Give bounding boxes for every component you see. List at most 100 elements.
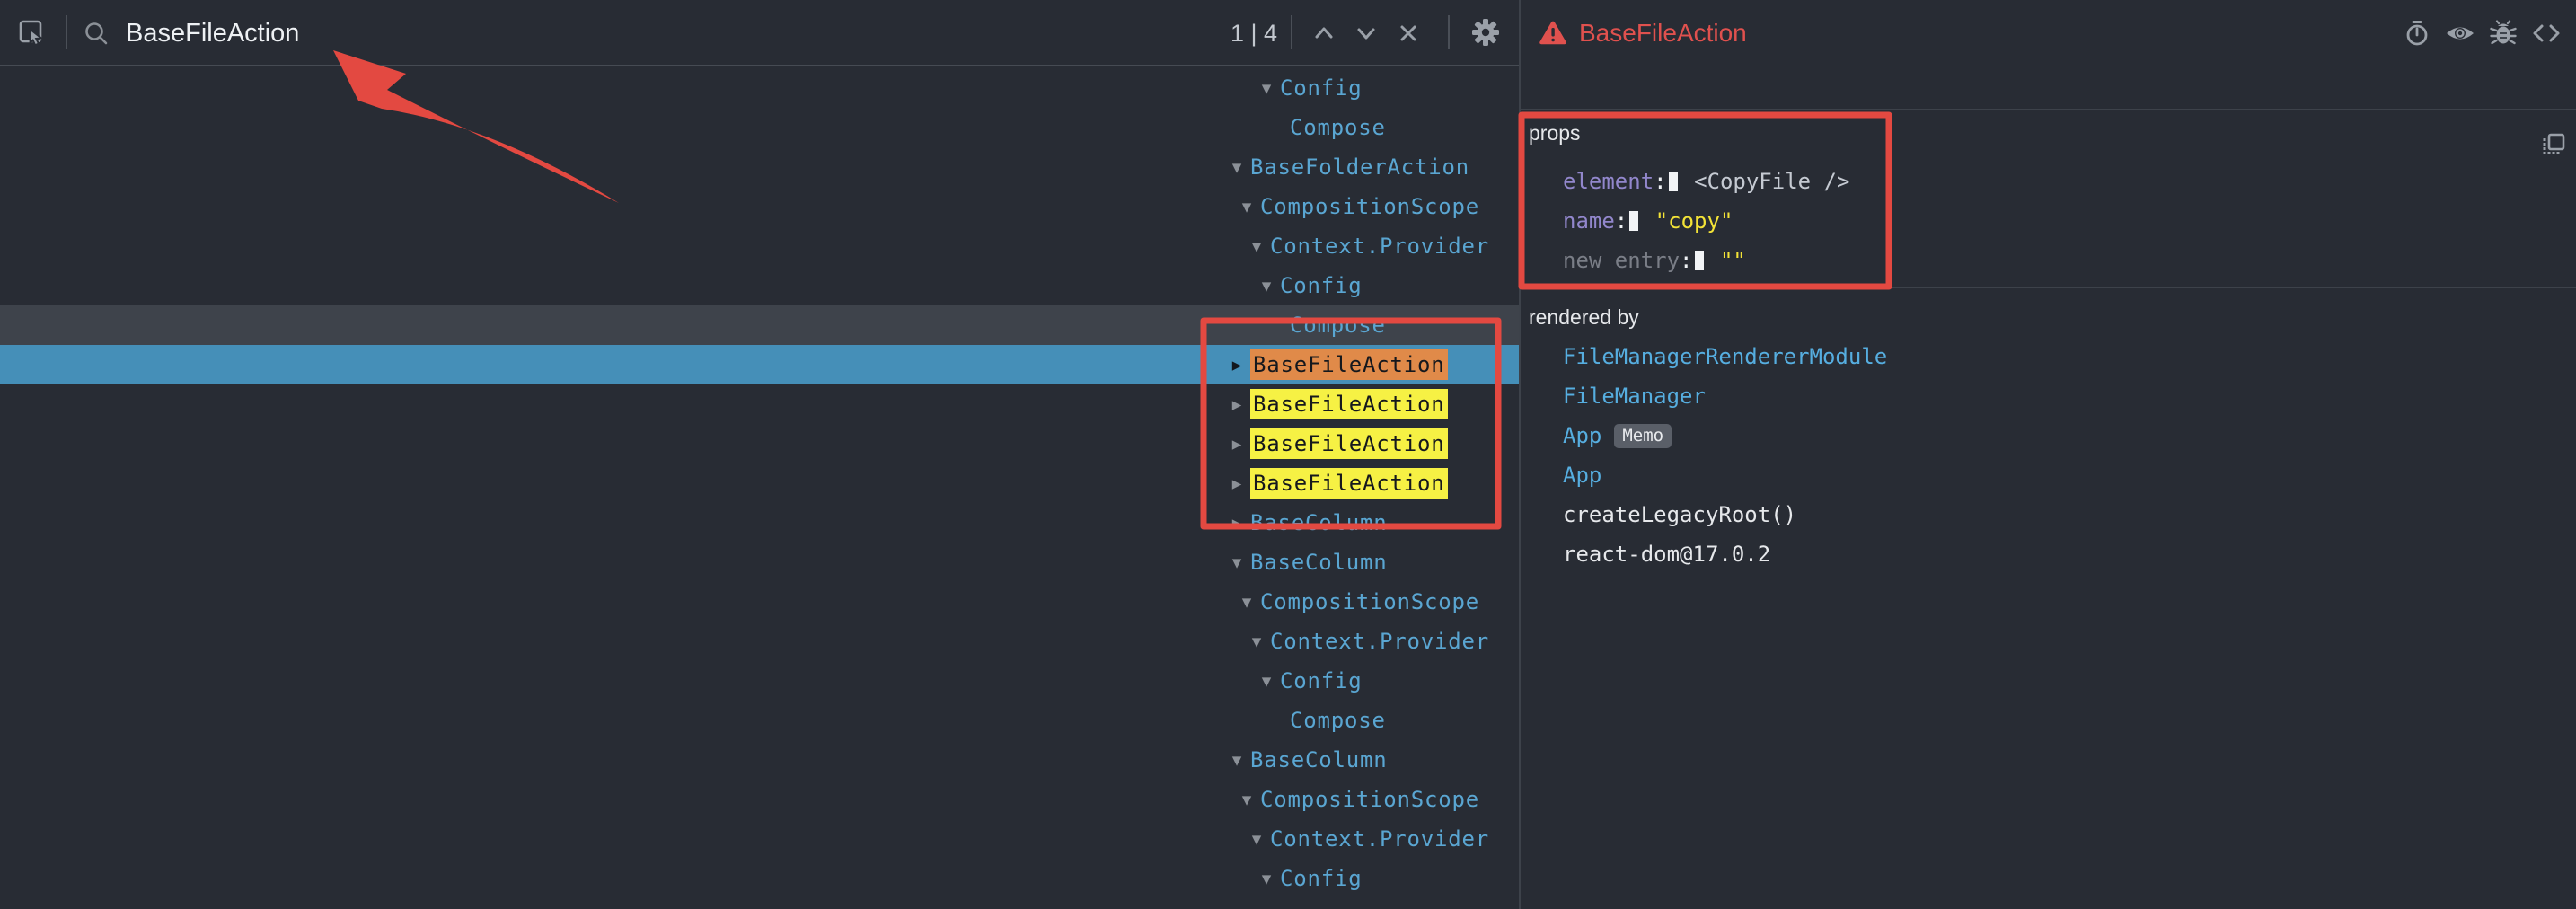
tree-expand-arrow[interactable]: [1227, 503, 1247, 543]
tree-row[interactable]: BaseColumn: [0, 503, 1520, 543]
tree-row-label: Context.Provider: [1270, 626, 1489, 657]
rendered-by-item: FileManager: [1563, 376, 1887, 416]
log-component-button[interactable]: [2488, 18, 2519, 49]
prop-colon: :: [1615, 208, 1628, 234]
tree-row[interactable]: Compose: [0, 898, 1520, 909]
tree-expand-arrow[interactable]: [1237, 780, 1257, 819]
edit-cursor: [1695, 251, 1704, 270]
prop-colon: :: [1680, 248, 1692, 273]
tree-row[interactable]: Context.Provider: [0, 226, 1520, 266]
search-icon: [83, 20, 110, 47]
rendered-by-item: App Memo: [1563, 416, 1887, 455]
tree-expand-arrow[interactable]: [1247, 226, 1266, 266]
tree-row-label: BaseFileAction: [1250, 468, 1448, 499]
section-divider: [1521, 109, 2576, 110]
tree-expand-arrow[interactable]: [1257, 266, 1276, 305]
tree-row[interactable]: BaseColumn: [0, 740, 1520, 780]
inspect-element-button[interactable]: [18, 19, 47, 48]
tree-row[interactable]: BaseColumn: [0, 543, 1520, 582]
tree-row-label: CompositionScope: [1260, 191, 1479, 222]
rendered-by-item: App: [1563, 455, 1887, 495]
tree-row[interactable]: BaseFileAction: [0, 463, 1520, 503]
tree-expand-arrow[interactable]: [1227, 424, 1247, 463]
tree-row-label: CompositionScope: [1260, 784, 1479, 815]
memo-badge: Memo: [1614, 424, 1672, 448]
prop-key: element: [1563, 169, 1654, 194]
tree-row[interactable]: Config: [0, 68, 1520, 108]
tree-row[interactable]: Context.Provider: [0, 819, 1520, 859]
prop-value[interactable]: "copy": [1655, 208, 1734, 234]
tree-expand-arrow[interactable]: [1227, 384, 1247, 424]
tree-row[interactable]: CompositionScope: [0, 187, 1520, 226]
tree-expand-arrow[interactable]: [1227, 463, 1247, 503]
settings-button[interactable]: [1469, 16, 1502, 49]
tree-row[interactable]: Compose: [0, 701, 1520, 740]
tree-row[interactable]: CompositionScope: [0, 582, 1520, 622]
rendered-by-item: createLegacyRoot(): [1563, 495, 1887, 534]
inspect-dom-button[interactable]: [2445, 18, 2475, 49]
tree-row[interactable]: Compose: [0, 108, 1520, 147]
prop-spacer: [1681, 169, 1694, 194]
copy-props-button[interactable]: [2540, 131, 2567, 158]
tree-row[interactable]: Config: [0, 266, 1520, 305]
next-result-button[interactable]: [1352, 19, 1381, 48]
tree-row[interactable]: Context.Provider: [0, 622, 1520, 661]
tree-row[interactable]: CompositionScope: [0, 780, 1520, 819]
tree-row[interactable]: Config: [0, 661, 1520, 701]
tree-expand-arrow[interactable]: [1227, 345, 1247, 384]
rendered-by-item-label[interactable]: FileManager: [1563, 384, 1706, 409]
tree-row-label: Compose: [1290, 310, 1386, 340]
suspense-toggle-button[interactable]: [2402, 18, 2432, 49]
tree-expand-arrow[interactable]: [1237, 582, 1257, 622]
gear-icon: [1469, 16, 1502, 49]
tree-expand-arrow[interactable]: [1257, 68, 1276, 108]
tree-expand-arrow[interactable]: [1257, 661, 1276, 701]
details-panel: BaseFileAction: [1521, 0, 2576, 909]
previous-result-button[interactable]: [1310, 19, 1338, 48]
props-rows: element: <CopyFile />name: "copy"new ent…: [1563, 162, 1849, 280]
tree-expand-arrow[interactable]: [1227, 147, 1247, 187]
tree-row-label: Config: [1280, 270, 1363, 301]
edit-cursor: [1669, 172, 1678, 191]
copy-icon: [2540, 131, 2567, 158]
tree-expand-arrow[interactable]: [1227, 740, 1247, 780]
tree-row-label: Config: [1280, 73, 1363, 103]
tree-expand-arrow[interactable]: [1247, 819, 1266, 859]
chevron-down-icon: [1353, 20, 1380, 47]
tree-expand-arrow[interactable]: [1237, 187, 1257, 226]
tree-expand-arrow[interactable]: [1257, 859, 1276, 898]
tree-row[interactable]: BaseFileAction: [0, 345, 1520, 384]
prop-value[interactable]: <CopyFile />: [1694, 169, 1849, 194]
stopwatch-icon: [2403, 19, 2431, 48]
tree-row-label: BaseFileAction: [1250, 389, 1448, 419]
tree-row[interactable]: Config: [0, 859, 1520, 898]
tree-row-label: BaseFileAction: [1250, 349, 1448, 380]
tree-expand-arrow[interactable]: [1247, 622, 1266, 661]
warning-triangle-icon: [1539, 20, 1567, 51]
tree-row-label: Config: [1280, 666, 1363, 696]
tree-row-label: Context.Provider: [1270, 824, 1489, 854]
tree-row-label: Config: [1280, 863, 1363, 894]
tree-row[interactable]: BaseFileAction: [0, 424, 1520, 463]
tree-row-label: Compose: [1290, 112, 1386, 143]
prop-row[interactable]: name: "copy": [1563, 201, 1849, 241]
rendered-by-item-label[interactable]: App: [1563, 423, 1601, 448]
prop-row[interactable]: element: <CopyFile />: [1563, 162, 1849, 201]
tree-row-label: Compose: [1290, 903, 1386, 909]
tree-row[interactable]: Compose: [0, 305, 1520, 345]
rendered-by-item-label[interactable]: App: [1563, 463, 1601, 488]
tree-row[interactable]: BaseFolderAction: [0, 147, 1520, 187]
clear-search-button[interactable]: [1394, 19, 1423, 48]
prop-row[interactable]: new entry: "": [1563, 241, 1849, 280]
prop-value[interactable]: "": [1720, 248, 1746, 273]
search-input[interactable]: BaseFileAction: [126, 0, 299, 66]
tree-row-label: BaseFolderAction: [1250, 152, 1469, 182]
tree-expand-arrow[interactable]: [1227, 543, 1247, 582]
bug-icon: [2488, 18, 2519, 49]
code-brackets-icon: [2531, 18, 2562, 49]
tree-row[interactable]: BaseFileAction: [0, 384, 1520, 424]
section-divider: [1521, 287, 2576, 288]
rendered-by-item-label[interactable]: FileManagerRendererModule: [1563, 344, 1887, 369]
rendered-by-item: react-dom@17.0.2: [1563, 534, 1887, 574]
view-source-button[interactable]: [2531, 18, 2562, 49]
